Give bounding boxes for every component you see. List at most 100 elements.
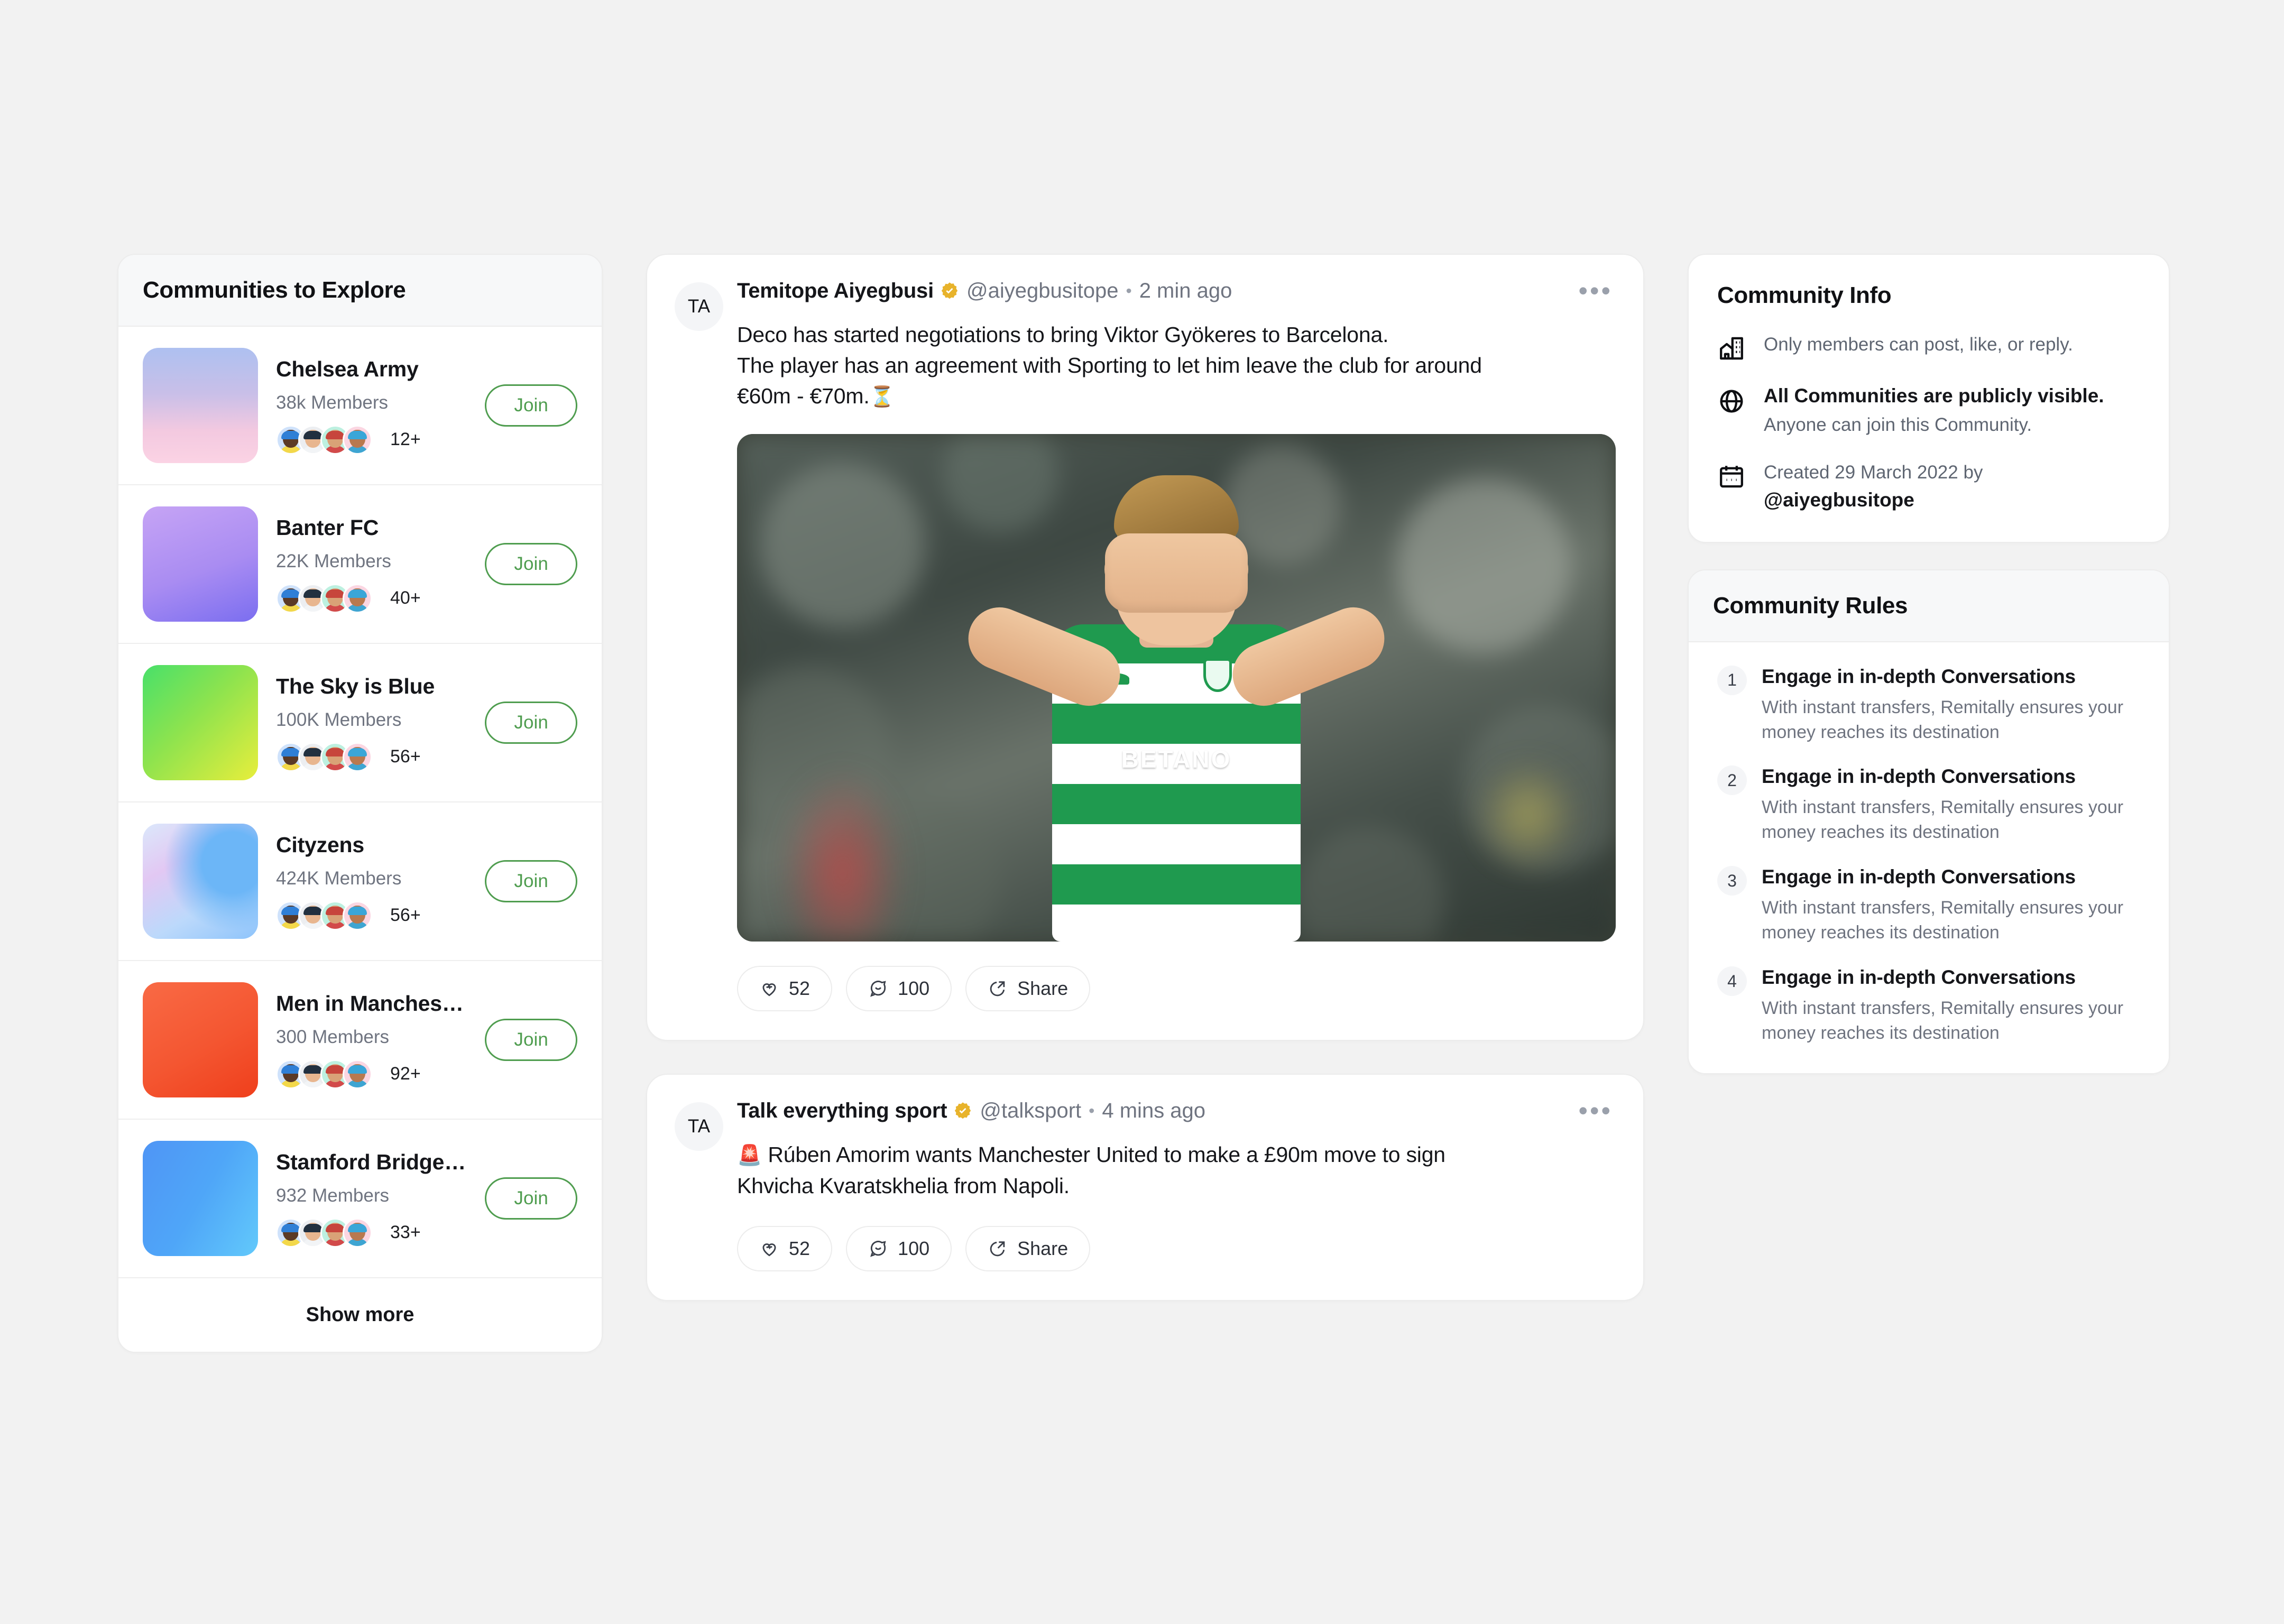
community-member-count: 100K Members	[276, 709, 402, 730]
rule-title: Engage in in-depth Conversations	[1762, 665, 2076, 687]
member-avatars: 40+	[276, 583, 467, 613]
creator-handle[interactable]: @aiyegbusitope	[1764, 489, 1983, 511]
like-button[interactable]: 52	[737, 966, 833, 1012]
avatar-headwear	[303, 1223, 323, 1232]
avatar[interactable]: TA	[675, 282, 723, 331]
join-button[interactable]: Join	[485, 860, 577, 902]
sidebar-header: Communities to Explore	[118, 255, 602, 327]
community-name: Cityzens	[276, 832, 365, 857]
community-meta: Banter FC 22K Members 40+	[276, 515, 467, 613]
join-button[interactable]: Join	[485, 543, 577, 585]
post-author-name[interactable]: Talk everything sport	[737, 1100, 947, 1121]
member-avatar	[343, 583, 372, 613]
avatar-headwear	[326, 748, 345, 756]
post-author-handle[interactable]: @aiyegbusitope	[966, 280, 1118, 301]
community-meta: Chelsea Army 38k Members 12+	[276, 357, 467, 455]
more-options-icon[interactable]: •••	[1575, 278, 1616, 304]
rule-number: 2	[1717, 765, 1747, 796]
avatar-stack	[276, 583, 372, 613]
member-avatars: 12+	[276, 425, 467, 455]
left-arm	[959, 598, 1130, 716]
avatar[interactable]: TA	[675, 1102, 723, 1151]
post-actions: 52 100 Share	[737, 966, 1616, 1012]
post-actions: 52 100 Share	[737, 1225, 1616, 1271]
community-list-item[interactable]: Stamford Bridge Sol... 932 Members33+ Join	[118, 1120, 602, 1278]
hourglass-icon: ⏳	[869, 386, 895, 409]
heart-icon	[762, 1243, 776, 1256]
member-avatar	[343, 425, 372, 455]
share-button[interactable]: Share	[965, 966, 1091, 1012]
avatar-headwear	[348, 1065, 367, 1074]
rule-body: Engage in in-depth Conversations With ins…	[1762, 966, 2140, 1046]
footballer-figure: BETANO	[737, 434, 1616, 942]
like-count: 52	[789, 977, 811, 1000]
join-button[interactable]: Join	[485, 1177, 577, 1220]
more-options-icon[interactable]: •••	[1575, 1097, 1616, 1124]
post-image[interactable]: BETANO	[737, 434, 1616, 942]
community-thumbnail	[143, 824, 258, 939]
rule-item: 2 Engage in in-depth Conversations With in…	[1717, 765, 2140, 845]
rule-number: 3	[1717, 866, 1747, 896]
community-list-item[interactable]: Chelsea Army 38k Members 12+ Join	[118, 327, 602, 485]
avatar-stack	[276, 900, 372, 930]
join-button[interactable]: Join	[485, 384, 577, 427]
share-label: Share	[1017, 1237, 1069, 1259]
post-text-line-3: €60m - €70m.	[737, 384, 870, 409]
member-avatars: 92+	[276, 1059, 467, 1089]
rule-number: 4	[1717, 966, 1747, 996]
like-count: 52	[789, 1237, 811, 1259]
community-list-item[interactable]: Banter FC 22K Members 40+ Join	[118, 485, 602, 644]
comment-button[interactable]: 100	[846, 966, 952, 1012]
sidebar-title: Communities to Explore	[143, 277, 406, 303]
post-author-name[interactable]: Temitope Aiyegbusi	[737, 280, 934, 301]
rule-description: With instant transfers, Remitally ensure…	[1762, 797, 2124, 843]
post-card: TA Talk everything sport @talksport • 4 …	[646, 1074, 1644, 1301]
avatar-headwear	[303, 430, 323, 439]
info-row-text: Anyone can join this Community.	[1764, 414, 2032, 435]
verified-badge-icon	[953, 1101, 972, 1120]
share-label: Share	[1017, 977, 1069, 1000]
rule-number: 1	[1717, 665, 1747, 695]
rule-item: 1 Engage in in-depth Conversations With in…	[1717, 665, 2140, 745]
member-overflow-count: 92+	[390, 1064, 421, 1084]
verified-badge-icon	[940, 281, 959, 300]
community-list-item[interactable]: The Sky is Blue 100K Members 56+ Join	[118, 644, 602, 802]
community-rules-panel: Community Rules 1 Engage in in-depth Conv…	[1688, 569, 2170, 1074]
avatar-headwear	[326, 430, 345, 439]
avatar-headwear	[326, 906, 345, 915]
rule-item: 4 Engage in in-depth Conversations With in…	[1717, 966, 2140, 1046]
join-button[interactable]: Join	[485, 1019, 577, 1061]
like-button[interactable]: 52	[737, 1225, 833, 1271]
community-name: Banter FC	[276, 515, 379, 540]
community-list-item[interactable]: Men in Manchester 300 Members 92+ Join	[118, 961, 602, 1120]
share-button[interactable]: Share	[965, 1225, 1091, 1271]
post-text: 🚨 Rúben Amorim wants Manchester United t…	[737, 1139, 1616, 1201]
member-overflow-count: 56+	[390, 905, 421, 925]
community-thumbnail	[143, 348, 258, 463]
avatar-stack	[276, 1059, 372, 1089]
community-meta: Cityzens 424K Members 56+	[276, 833, 467, 930]
avatar-headwear	[303, 906, 323, 915]
member-overflow-count: 40+	[390, 588, 421, 608]
comment-button[interactable]: 100	[846, 1225, 952, 1271]
share-icon	[990, 1241, 1005, 1256]
join-button[interactable]: Join	[485, 702, 577, 744]
community-thumbnail	[143, 982, 258, 1097]
post-text: Deco has started negotiations to bring V…	[737, 319, 1616, 412]
member-avatar	[343, 742, 372, 772]
rule-item: 3 Engage in in-depth Conversations With in…	[1717, 866, 2140, 945]
post-text-line-2: Khvicha Kvaratskhelia from Napoli.	[737, 1174, 1070, 1198]
rules-header: Community Rules	[1689, 570, 2169, 642]
community-list-item[interactable]: Cityzens 424K Members 56+ Join	[118, 802, 602, 961]
post-header: TA Talk everything sport @talksport • 4 …	[675, 1097, 1616, 1271]
avatar-headwear	[348, 748, 367, 756]
globe-icon	[1717, 387, 1746, 416]
avatar-stack	[276, 1217, 372, 1248]
community-info-title: Community Info	[1717, 282, 1892, 308]
info-row-created: Created 29 March 2022 by @aiyegbusitope	[1717, 460, 2140, 511]
rule-description: With instant transfers, Remitally ensure…	[1762, 697, 2124, 742]
post-author-handle[interactable]: @talksport	[980, 1100, 1081, 1121]
three-column-layout: Communities to Explore Chelsea Army 38k M…	[117, 254, 2170, 1353]
show-more-button[interactable]: Show more	[118, 1278, 602, 1352]
avatar-headwear	[348, 1223, 367, 1232]
